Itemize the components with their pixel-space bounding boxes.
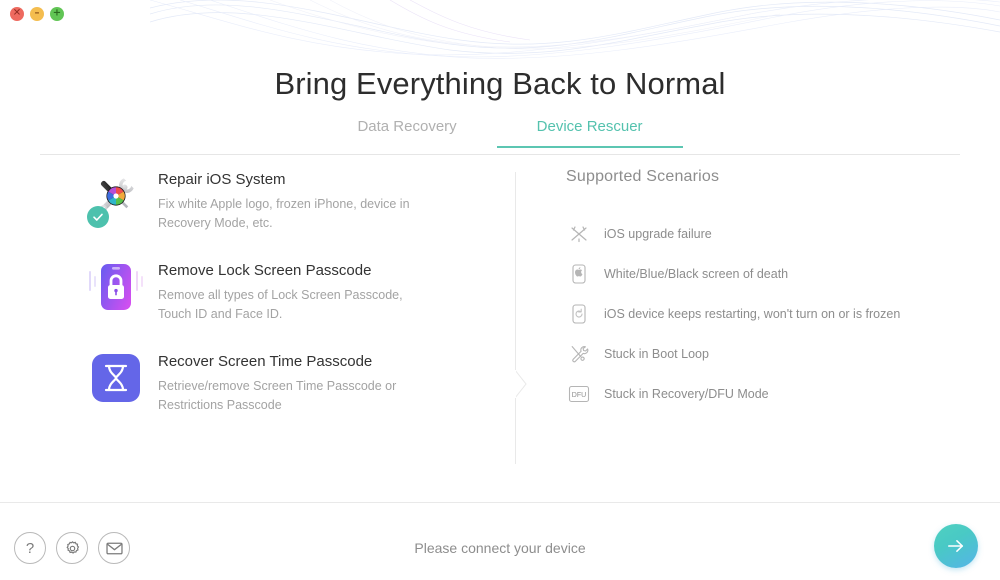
feature-title: Recover Screen Time Passcode bbox=[158, 352, 373, 370]
main-content: Repair iOS System Fix white Apple logo, … bbox=[0, 168, 1000, 468]
page-title: Bring Everything Back to Normal bbox=[274, 66, 726, 101]
phone-apple-icon bbox=[566, 261, 592, 287]
supported-scenarios-panel: Supported Scenarios iOS upgrade failure bbox=[566, 168, 966, 414]
feature-text: Recover Screen Time Passcode Retrieve/re… bbox=[158, 350, 418, 416]
feature-text: Remove Lock Screen Passcode Remove all t… bbox=[158, 259, 418, 325]
scenario-item-boot-loop: Stuck in Boot Loop bbox=[566, 334, 966, 374]
scenario-label: iOS upgrade failure bbox=[604, 227, 712, 241]
scenario-label: White/Blue/Black screen of death bbox=[604, 267, 789, 281]
phone-lock-icon bbox=[88, 259, 144, 315]
minimize-icon: – bbox=[34, 7, 40, 19]
dfu-icon: DFU bbox=[566, 381, 592, 407]
feature-title: Remove Lock Screen Passcode bbox=[158, 261, 372, 279]
window-controls: ✕ – + bbox=[10, 7, 64, 21]
app-window: ✕ – + Bring Everything Back to Normal Da… bbox=[0, 0, 1000, 580]
phone-restart-icon bbox=[566, 301, 592, 327]
next-button[interactable] bbox=[934, 524, 978, 568]
svg-text:DFU: DFU bbox=[572, 392, 586, 399]
minimize-button[interactable]: – bbox=[30, 7, 44, 21]
feature-item-repair-ios-system[interactable]: Repair iOS System Fix white Apple logo, … bbox=[0, 168, 500, 234]
footer-bar: ? Please connect your device bbox=[0, 502, 1000, 580]
maximize-button[interactable]: + bbox=[50, 7, 64, 21]
tab-bar: Data Recovery Device Rescuer bbox=[40, 118, 960, 155]
status-text: Please connect your device bbox=[414, 540, 586, 556]
arrow-right-icon bbox=[948, 540, 964, 552]
close-button[interactable]: ✕ bbox=[10, 7, 24, 21]
scenario-label: iOS device keeps restarting, won't turn … bbox=[604, 307, 901, 321]
feature-description: Remove all types of Lock Screen Passcode… bbox=[158, 287, 403, 322]
header-wave-decoration bbox=[150, 0, 1000, 59]
scenario-item-ios-upgrade-failure: iOS upgrade failure bbox=[566, 214, 966, 254]
maximize-icon: + bbox=[52, 7, 62, 19]
feature-description: Fix white Apple logo, frozen iPhone, dev… bbox=[158, 197, 410, 231]
scenario-label: Stuck in Recovery/DFU Mode bbox=[604, 387, 769, 401]
feature-title: Repair iOS System bbox=[158, 171, 286, 188]
feature-item-remove-lock-screen-passcode[interactable]: Remove Lock Screen Passcode Remove all t… bbox=[0, 259, 500, 325]
scenario-item-recovery-dfu-mode: DFU Stuck in Recovery/DFU Mode bbox=[566, 374, 966, 414]
close-icon: ✕ bbox=[12, 7, 22, 19]
scenario-item-screen-of-death: White/Blue/Black screen of death bbox=[566, 254, 966, 294]
tab-data-recovery[interactable]: Data Recovery bbox=[317, 118, 496, 147]
tools-icon bbox=[566, 341, 592, 367]
check-icon bbox=[93, 213, 103, 221]
panel-divider bbox=[515, 172, 516, 464]
feature-item-recover-screen-time-passcode[interactable]: Recover Screen Time Passcode Retrieve/re… bbox=[0, 350, 500, 416]
selection-chevron-icon bbox=[514, 369, 527, 399]
tab-device-rescuer[interactable]: Device Rescuer bbox=[496, 118, 683, 148]
selected-check-badge bbox=[87, 206, 109, 228]
scenario-item-keeps-restarting: iOS device keeps restarting, won't turn … bbox=[566, 294, 966, 334]
scenario-label: Stuck in Boot Loop bbox=[604, 347, 709, 361]
scenarios-heading: Supported Scenarios bbox=[566, 168, 720, 185]
hourglass-icon bbox=[88, 350, 144, 406]
crossed-out-icon bbox=[566, 221, 592, 247]
feature-list: Repair iOS System Fix white Apple logo, … bbox=[0, 168, 500, 440]
feature-text: Repair iOS System Fix white Apple logo, … bbox=[158, 168, 418, 234]
feature-description: Retrieve/remove Screen Time Passcode or … bbox=[158, 378, 397, 412]
